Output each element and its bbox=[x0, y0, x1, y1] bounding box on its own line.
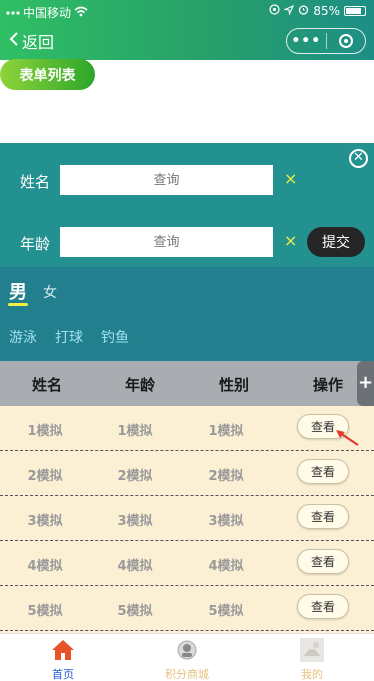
add-row-button[interactable]: + bbox=[357, 361, 374, 406]
name-search-input[interactable] bbox=[60, 165, 273, 195]
battery-percent: 85% bbox=[313, 4, 340, 18]
tab-label-mall: 积分商城 bbox=[165, 668, 209, 681]
bottom-tab-bar: 首页 积分商城 我的 bbox=[0, 633, 374, 681]
back-label: 返回 bbox=[22, 33, 55, 52]
form-list-button[interactable]: 表单列表 bbox=[0, 59, 95, 90]
close-miniprogram-button[interactable] bbox=[327, 34, 366, 48]
tab-profile[interactable]: 我的 bbox=[272, 637, 352, 681]
home-icon bbox=[23, 637, 103, 663]
name-filter-label: 姓名 bbox=[20, 173, 51, 191]
carrier-label: 中国移动 bbox=[23, 6, 72, 20]
mall-avatar-icon bbox=[147, 637, 227, 663]
mini-program-capsule: ••• bbox=[286, 28, 366, 54]
wifi-icon bbox=[74, 6, 88, 20]
cell-name: 3模拟 bbox=[27, 514, 63, 529]
column-header-name: 姓名 bbox=[31, 376, 62, 394]
view-button[interactable]: 查看 bbox=[297, 549, 349, 574]
submit-button[interactable]: 提交 bbox=[307, 227, 365, 257]
view-button[interactable]: 查看 bbox=[297, 594, 349, 619]
table-row: 3模拟 3模拟 3模拟 查看 bbox=[0, 496, 374, 541]
top-bar: 中国移动 85% 返回 ••• bbox=[0, 0, 374, 60]
filter-panel: ✕ 姓名 × 年龄 × 提交 bbox=[0, 143, 374, 267]
hobby-tag[interactable]: 游泳 bbox=[9, 327, 37, 347]
column-header-gender: 性别 bbox=[218, 376, 249, 394]
cell-age: 5模拟 bbox=[117, 604, 153, 619]
cell-gender: 2模拟 bbox=[208, 469, 244, 484]
alarm-icon bbox=[298, 4, 309, 18]
table-body: 1模拟 1模拟 1模拟 查看 2模拟 2模拟 2模拟 查看 3模拟 3模拟 3模… bbox=[0, 406, 374, 633]
clear-age-button[interactable]: × bbox=[284, 231, 297, 250]
cell-name: 2模拟 bbox=[27, 469, 63, 484]
gender-tab-female[interactable]: 女 bbox=[43, 282, 57, 302]
column-header-age: 年龄 bbox=[124, 376, 155, 394]
tab-label-profile: 我的 bbox=[301, 668, 323, 681]
battery-icon bbox=[344, 6, 366, 16]
cell-age: 4模拟 bbox=[117, 559, 153, 574]
hobby-tag[interactable]: 钓鱼 bbox=[101, 327, 129, 347]
target-icon bbox=[338, 34, 353, 48]
navigation-icon bbox=[283, 4, 295, 18]
cell-age: 3模拟 bbox=[117, 514, 153, 529]
status-bar: 中国移动 85% bbox=[0, 0, 374, 24]
view-button[interactable]: 查看 bbox=[297, 504, 349, 529]
column-header-action: 操作 bbox=[312, 376, 343, 394]
age-search-input[interactable] bbox=[60, 227, 273, 257]
tab-home[interactable]: 首页 bbox=[23, 637, 103, 681]
cell-age: 2模拟 bbox=[117, 469, 153, 484]
gender-tab-male[interactable]: 男 bbox=[8, 278, 28, 306]
table-row: 4模拟 4模拟 4模拟 查看 bbox=[0, 541, 374, 586]
tab-points-mall[interactable]: 积分商城 bbox=[147, 637, 227, 681]
table-header: 姓名 年龄 性别 操作 + bbox=[0, 361, 374, 406]
chevron-left-icon bbox=[8, 31, 20, 51]
cell-gender: 5模拟 bbox=[208, 604, 244, 619]
signal-icon bbox=[6, 6, 20, 20]
name-filter-row: 姓名 × bbox=[0, 165, 374, 195]
cell-gender: 4模拟 bbox=[208, 559, 244, 574]
location-lock-icon bbox=[269, 4, 280, 18]
cell-gender: 3模拟 bbox=[208, 514, 244, 529]
tab-label-home: 首页 bbox=[52, 668, 74, 681]
tag-panel: 男 女 游泳 打球 钓鱼 bbox=[0, 267, 374, 361]
table-row: 5模拟 5模拟 5模拟 查看 bbox=[0, 586, 374, 631]
cell-name: 4模拟 bbox=[27, 559, 63, 574]
table-row: 2模拟 2模拟 2模拟 查看 bbox=[0, 451, 374, 496]
app-screen: { "status_bar": { "carrier": "中国移动", "ba… bbox=[0, 0, 374, 681]
cell-name: 5模拟 bbox=[27, 604, 63, 619]
more-menu-button[interactable]: ••• bbox=[287, 33, 326, 49]
clear-name-button[interactable]: × bbox=[284, 169, 297, 188]
back-button[interactable]: 返回 bbox=[8, 29, 54, 53]
table-row: 1模拟 1模拟 1模拟 查看 bbox=[0, 406, 374, 451]
cell-gender: 1模拟 bbox=[208, 424, 244, 439]
age-filter-row: 年龄 × 提交 bbox=[0, 227, 374, 257]
pointer-arrow-icon bbox=[336, 430, 359, 446]
age-filter-label: 年龄 bbox=[20, 235, 51, 253]
profile-avatar-icon bbox=[272, 637, 352, 663]
view-button[interactable]: 查看 bbox=[297, 459, 349, 484]
hobby-tag[interactable]: 打球 bbox=[55, 327, 83, 347]
cell-age: 1模拟 bbox=[117, 424, 153, 439]
cell-name: 1模拟 bbox=[27, 424, 63, 439]
nav-bar: 返回 ••• bbox=[0, 24, 374, 60]
